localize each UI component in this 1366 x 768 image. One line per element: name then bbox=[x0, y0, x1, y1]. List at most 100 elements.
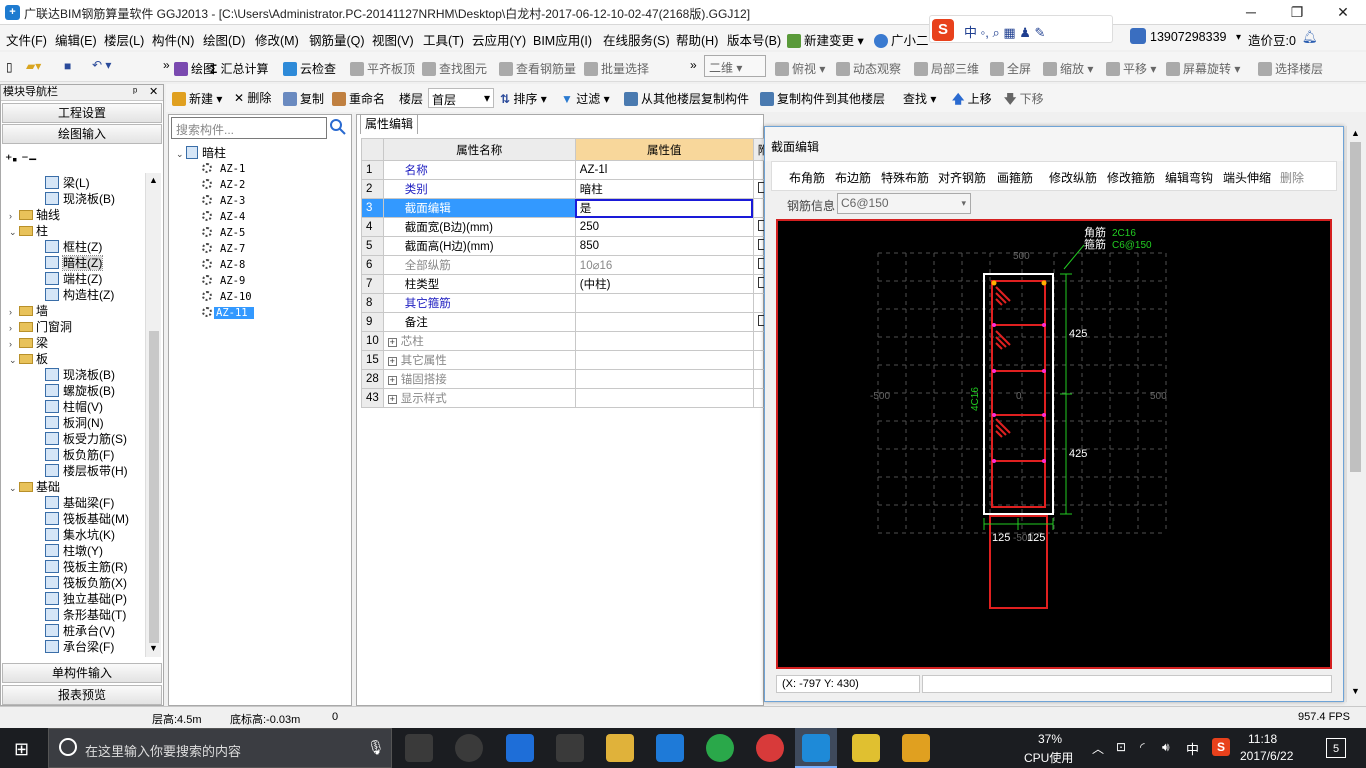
ime-indicator[interactable]: 中 bbox=[1186, 739, 1199, 758]
single-component-button[interactable]: 单构件输入 bbox=[2, 663, 162, 683]
top-view-button[interactable]: 俯视 ▾ bbox=[775, 60, 825, 77]
property-value[interactable]: 是 bbox=[574, 198, 754, 218]
red-app-icon[interactable] bbox=[756, 734, 784, 762]
ggj-app-icon[interactable] bbox=[802, 734, 830, 762]
menu-tools[interactable]: 工具(T) bbox=[423, 30, 464, 49]
nav-tree-item[interactable]: 螺旋板(B) bbox=[1, 383, 145, 399]
property-value[interactable]: 暗柱 bbox=[574, 179, 754, 199]
menu-floor[interactable]: 楼层(L) bbox=[104, 30, 144, 49]
draw-button[interactable]: 绘图 bbox=[174, 60, 215, 77]
property-row[interactable]: 3 截面编辑是 bbox=[361, 198, 775, 218]
property-row[interactable]: 8 其它箍筋 bbox=[361, 293, 775, 313]
dynamic-observe-button[interactable]: 动态观察 bbox=[836, 60, 901, 77]
filter-button[interactable]: ▼ 过滤 ▾ bbox=[561, 90, 610, 107]
nav-tree-item[interactable]: › 门窗洞 bbox=[1, 319, 145, 335]
search-icon[interactable] bbox=[329, 118, 349, 138]
restore-button[interactable]: ❐ bbox=[1274, 0, 1320, 25]
copy-button[interactable]: 复制 bbox=[283, 90, 324, 107]
tab-property-edit[interactable]: 属性编辑 bbox=[360, 114, 418, 134]
expand-plus-icon[interactable]: + bbox=[387, 376, 397, 385]
component-item[interactable]: AZ-10 bbox=[176, 289, 254, 305]
taskbar-search-box[interactable]: 在这里输入你要搜索的内容 🎙︎ bbox=[48, 728, 392, 768]
nav-tree-item[interactable]: 板受力筋(S) bbox=[1, 431, 145, 447]
component-item[interactable]: AZ-4 bbox=[176, 209, 254, 225]
expand-arrow-icon[interactable]: ⌄ bbox=[9, 480, 19, 496]
align-slab-top-button[interactable]: 平齐板顶 bbox=[350, 60, 415, 77]
expand-arrow-icon[interactable]: › bbox=[9, 336, 19, 352]
wifi-icon[interactable]: ◜ bbox=[1140, 740, 1145, 754]
undo-icon[interactable]: ↶ ▾ bbox=[92, 58, 111, 72]
menu-version[interactable]: 版本号(B) bbox=[727, 30, 781, 49]
move-up-button[interactable]: 🡅︎ 上移 bbox=[952, 90, 992, 111]
batch-select-button[interactable]: 批量选择 bbox=[584, 60, 649, 77]
nav-tree-item[interactable]: 基础梁(F) bbox=[1, 495, 145, 511]
nav-tree-item[interactable]: 独立基础(P) bbox=[1, 591, 145, 607]
expand-arrow-icon[interactable]: › bbox=[9, 320, 19, 336]
drawing-input-button[interactable]: 绘图输入 bbox=[2, 124, 162, 144]
notification-center-icon[interactable]: 5 bbox=[1326, 738, 1346, 758]
end-extend-button[interactable]: 端头伸缩 bbox=[1223, 169, 1271, 186]
summary-calc-button[interactable]: Σ 汇总计算 bbox=[210, 60, 269, 77]
save-icon[interactable]: ■ bbox=[64, 59, 71, 73]
task-view-icon[interactable] bbox=[405, 734, 433, 762]
clock-time[interactable]: 11:18 bbox=[1248, 732, 1277, 746]
new-file-icon[interactable]: ▯ bbox=[6, 60, 13, 74]
bell-icon[interactable]: 🔔︎ bbox=[1302, 30, 1318, 45]
nav-tree-item[interactable]: 楼层板带(H) bbox=[1, 463, 145, 479]
nav-tree-item[interactable]: 端柱(Z) bbox=[1, 271, 145, 287]
place-corner-rebar-button[interactable]: 布角筋 bbox=[789, 169, 825, 186]
tree-root-hidden-column[interactable]: ⌄ 暗柱 bbox=[176, 145, 254, 161]
menu-view[interactable]: 视图(V) bbox=[372, 30, 414, 49]
nav-tree-item[interactable]: 柱墩(Y) bbox=[1, 543, 145, 559]
edit-hook-button[interactable]: 编辑弯钩 bbox=[1165, 169, 1213, 186]
expand-arrow-icon[interactable]: ⌄ bbox=[9, 352, 19, 368]
menu-cloud[interactable]: 云应用(Y) bbox=[472, 30, 526, 49]
menu-help[interactable]: 帮助(H) bbox=[676, 30, 718, 49]
nav-tree-item[interactable]: 现浇板(B) bbox=[1, 191, 145, 207]
sort-button[interactable]: ⇅ 排序 ▾ bbox=[500, 90, 547, 107]
toolbar-overflow-2-icon[interactable]: » bbox=[690, 58, 697, 72]
menu-rebar-qty[interactable]: 钢筋量(Q) bbox=[309, 30, 365, 49]
property-value[interactable] bbox=[574, 331, 754, 351]
floor-select[interactable]: 首层 ▾ bbox=[428, 88, 494, 108]
cloud-check-button[interactable]: 云检查 bbox=[283, 60, 336, 77]
green-app-icon[interactable] bbox=[706, 734, 734, 762]
menu-new-change[interactable]: 新建变更 ▾ bbox=[787, 30, 864, 49]
special-rebar-button[interactable]: 特殊布筋 bbox=[881, 169, 929, 186]
ime-toolbar[interactable]: S 中 ◦, ⌕ ▦ ♟ ✎ bbox=[929, 15, 1113, 43]
nav-tree-item[interactable]: 框柱(Z) bbox=[1, 239, 145, 255]
expand-arrow-icon[interactable]: ⌄ bbox=[9, 224, 19, 240]
property-value[interactable] bbox=[574, 312, 754, 332]
property-value[interactable] bbox=[574, 369, 754, 389]
property-row[interactable]: 5 截面高(H边)(mm) 850 bbox=[361, 236, 775, 256]
local-3d-button[interactable]: 局部三维 bbox=[914, 60, 979, 77]
new-component-button[interactable]: 新建 ▾ bbox=[172, 90, 222, 107]
open-folder-icon[interactable]: ▰▾ bbox=[26, 59, 41, 73]
draw-stirrup-button[interactable]: 画箍筋 bbox=[997, 169, 1033, 186]
nav-tree-item[interactable]: 筏板基础(M) bbox=[1, 511, 145, 527]
copy-to-floor-button[interactable]: 复制构件到其他楼层 bbox=[760, 90, 885, 107]
delete-button[interactable]: ✕ 删除 bbox=[234, 89, 271, 106]
notes-app-icon[interactable] bbox=[902, 734, 930, 762]
modify-stirrup-button[interactable]: 修改箍筋 bbox=[1107, 169, 1155, 186]
pin-icon[interactable]: ᵖ bbox=[133, 85, 137, 100]
account-dropdown-icon[interactable]: ▾ bbox=[1236, 32, 1241, 43]
help-app-icon[interactable] bbox=[852, 734, 880, 762]
menu-online[interactable]: 在线服务(S) bbox=[603, 30, 670, 49]
component-item[interactable]: AZ-3 bbox=[176, 193, 254, 209]
screen-rotate-button[interactable]: 屏幕旋转 ▾ bbox=[1166, 60, 1240, 77]
menu-modify[interactable]: 修改(M) bbox=[255, 30, 299, 49]
component-item[interactable]: AZ-1 bbox=[176, 161, 254, 177]
component-item[interactable]: AZ-9 bbox=[176, 273, 254, 289]
menu-component[interactable]: 构件(N) bbox=[152, 30, 194, 49]
find-button[interactable]: 查找 ▾ bbox=[903, 90, 936, 107]
nav-tree-item[interactable]: 柱帽(V) bbox=[1, 399, 145, 415]
nav-tree-item[interactable]: ⌄ 基础 bbox=[1, 479, 145, 495]
nav-tree-item[interactable]: 集水坑(K) bbox=[1, 527, 145, 543]
property-value[interactable] bbox=[574, 350, 754, 370]
view-mode-select[interactable]: 二维 ▾ bbox=[704, 55, 766, 77]
close-button[interactable]: ✕ bbox=[1320, 0, 1366, 25]
select-floor-button[interactable]: 选择楼层 bbox=[1258, 60, 1323, 77]
menu-assistant[interactable]: 广小二 bbox=[874, 30, 929, 49]
property-row[interactable]: 43 + 显示样式 bbox=[361, 388, 775, 408]
